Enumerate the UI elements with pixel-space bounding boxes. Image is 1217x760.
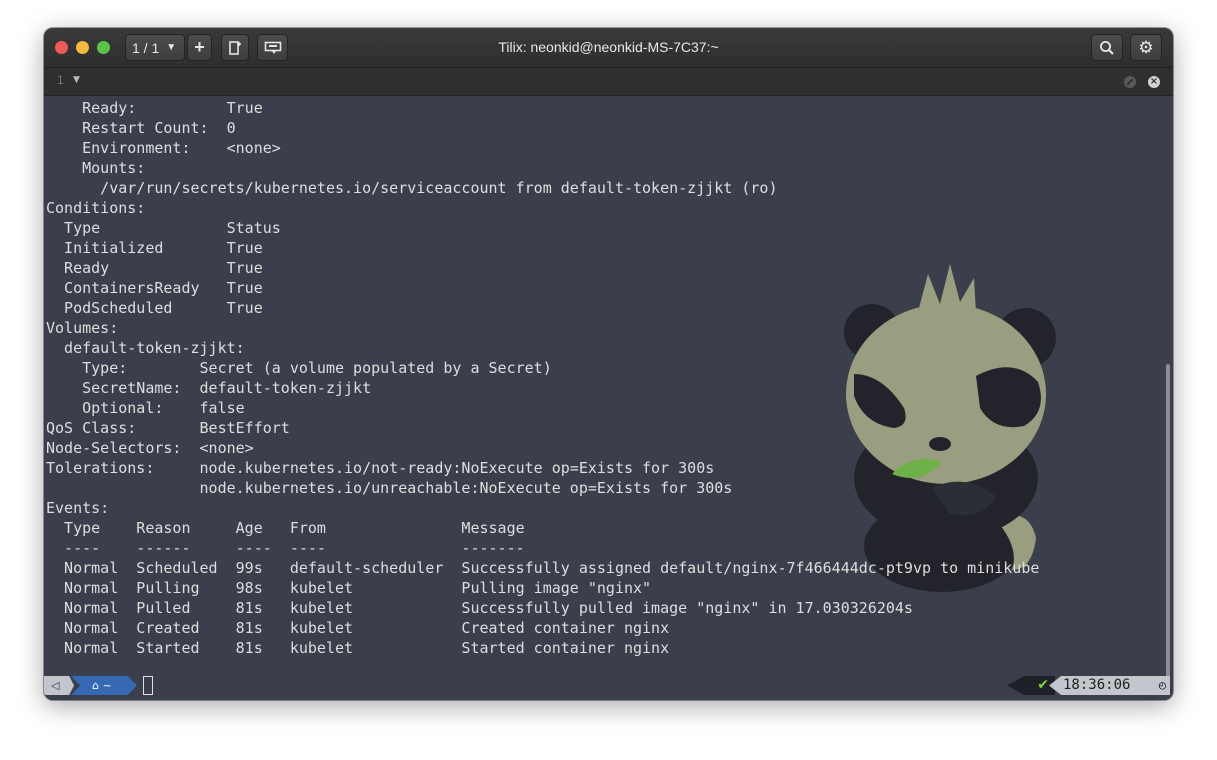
terminal-line: Type Status	[46, 219, 281, 237]
maximize-terminal-icon[interactable]	[1124, 76, 1136, 88]
terminal-scrollbar[interactable]	[1166, 364, 1170, 694]
terminal-line: ContainersReady True	[46, 279, 263, 297]
terminal-line: QoS Class: BestEffort	[46, 419, 290, 437]
text-cursor	[143, 676, 153, 695]
prompt-time-segment: 18:36:06 ◴	[1049, 676, 1170, 695]
terminal-line: /var/run/secrets/kubernetes.io/serviceac…	[46, 179, 778, 197]
terminal-line: PodScheduled True	[46, 299, 263, 317]
terminal-line: Volumes:	[46, 319, 119, 337]
prompt-dir: ~	[102, 679, 112, 692]
terminal-output: Ready: True Restart Count: 0 Environment…	[46, 98, 1039, 658]
home-icon: ⌂	[92, 679, 100, 692]
terminal-window: 1 / 1 ▼ + Tilix: neonkid@neonkid-MS-7C37…	[44, 28, 1173, 700]
terminal-line: Events:	[46, 499, 110, 517]
terminal-line: Type: Secret (a volume populated by a Se…	[46, 359, 552, 377]
terminal-line: Normal Scheduled 99s default-scheduler S…	[46, 559, 1040, 577]
search-icon	[1100, 40, 1114, 55]
terminal-line: Ready: True	[46, 99, 263, 117]
terminal-line: Restart Count: 0	[46, 119, 236, 137]
check-icon: ✔	[1037, 677, 1049, 693]
shell-prompt: ◁ ⌂ ~ ✔ 18:36:06 ◴	[44, 675, 1173, 697]
terminal-prompt-icon: ◁	[44, 676, 74, 695]
terminal-line: default-token-zjjkt:	[46, 339, 245, 357]
terminal-area[interactable]: Ready: True Restart Count: 0 Environment…	[44, 96, 1173, 700]
terminal-line: ---- ------ ---- ---- -------	[46, 539, 525, 557]
clock-icon: ◴	[1158, 678, 1166, 692]
search-button[interactable]	[1091, 34, 1123, 61]
terminal-line: Node-Selectors: <none>	[46, 439, 254, 457]
terminal-subbar: 1 ▼ ×	[44, 68, 1173, 96]
terminal-menu-chevron-icon[interactable]: ▼	[73, 75, 80, 85]
terminal-line: SecretName: default-token-zjjkt	[46, 379, 372, 397]
terminal-line: Initialized True	[46, 239, 263, 257]
terminal-line: Normal Pulled 81s kubelet Successfully p…	[46, 599, 913, 617]
prompt-time: 18:36:06	[1063, 677, 1131, 693]
status-ok-segment: ✔	[1007, 676, 1055, 695]
terminal-line: Ready True	[46, 259, 263, 277]
terminal-number: 1	[57, 73, 64, 87]
terminal-line: node.kubernetes.io/unreachable:NoExecute…	[46, 479, 733, 497]
terminal-line: Conditions:	[46, 199, 146, 217]
terminal-line: Environment: <none>	[46, 139, 281, 157]
close-terminal-icon[interactable]: ×	[1148, 76, 1160, 88]
terminal-line: Normal Started 81s kubelet Started conta…	[46, 639, 670, 657]
gear-icon: ⚙	[1138, 37, 1154, 57]
prompt-directory-segment: ⌂ ~	[71, 676, 137, 695]
title-bar: 1 / 1 ▼ + Tilix: neonkid@neonkid-MS-7C37…	[44, 28, 1173, 68]
terminal-line: Mounts:	[46, 159, 146, 177]
terminal-line: Normal Created 81s kubelet Created conta…	[46, 619, 670, 637]
window-title: Tilix: neonkid@neonkid-MS-7C37:~	[498, 39, 719, 55]
terminal-line: Type Reason Age From Message	[46, 519, 525, 537]
terminal-line: Normal Pulling 98s kubelet Pulling image…	[46, 579, 652, 597]
settings-button[interactable]: ⚙	[1130, 34, 1162, 61]
terminal-line: Tolerations: node.kubernetes.io/not-read…	[46, 459, 715, 477]
terminal-line: Optional: false	[46, 399, 245, 417]
